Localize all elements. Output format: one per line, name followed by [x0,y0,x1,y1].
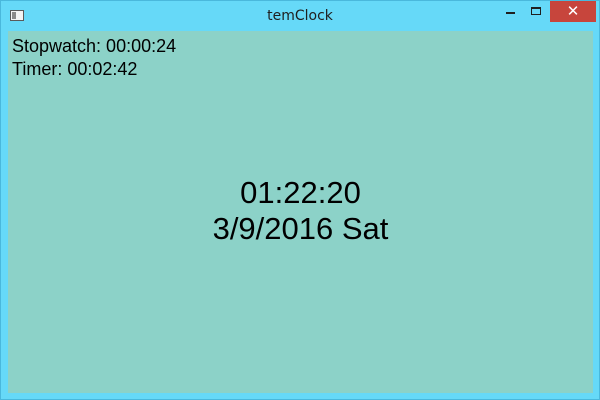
timer-readout: Timer: 00:02:42 [12,59,138,79]
stopwatch-readout: Stopwatch: 00:00:24 [12,36,177,56]
maximize-button[interactable] [523,1,550,22]
maximize-icon [531,7,541,15]
minimize-icon [506,12,515,14]
close-button[interactable]: ✕ [550,1,596,22]
app-window: temClock ✕ Stopwatch: 00:00:24 Timer: 00… [0,0,600,400]
clock-panel: Stopwatch: 00:00:24 Timer: 00:02:42 01:2… [8,31,593,393]
title-bar[interactable]: temClock ✕ [1,1,599,31]
minimize-button[interactable] [497,1,524,22]
close-icon: ✕ [566,2,580,20]
clock-display: 01:22:20 3/9/2016 Sat [8,175,593,247]
current-time: 01:22:20 [240,175,361,210]
current-date: 3/9/2016 Sat [212,211,389,246]
